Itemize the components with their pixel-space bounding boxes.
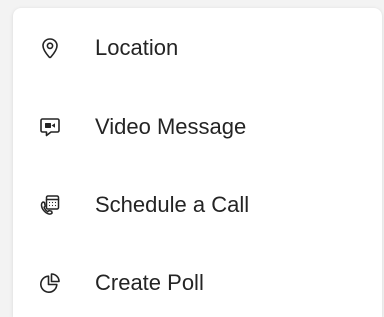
menu-item-create-poll[interactable]: Create Poll [13, 253, 382, 313]
menu-item-label: Schedule a Call [95, 192, 250, 217]
menu-item-label: Create Poll [95, 270, 204, 295]
menu-item-label: Location [95, 35, 179, 60]
video-message-icon [38, 115, 62, 139]
attachment-menu: Location Video Message Schedule a Call C… [13, 8, 382, 317]
poll-chart-icon [38, 271, 62, 295]
menu-item-location[interactable]: Location [13, 18, 382, 78]
menu-item-schedule-call[interactable]: Schedule a Call [13, 175, 382, 235]
menu-item-video-message[interactable]: Video Message [13, 97, 382, 157]
menu-item-label: Video Message [95, 114, 247, 139]
location-pin-icon [38, 36, 62, 60]
schedule-call-icon [38, 193, 62, 217]
